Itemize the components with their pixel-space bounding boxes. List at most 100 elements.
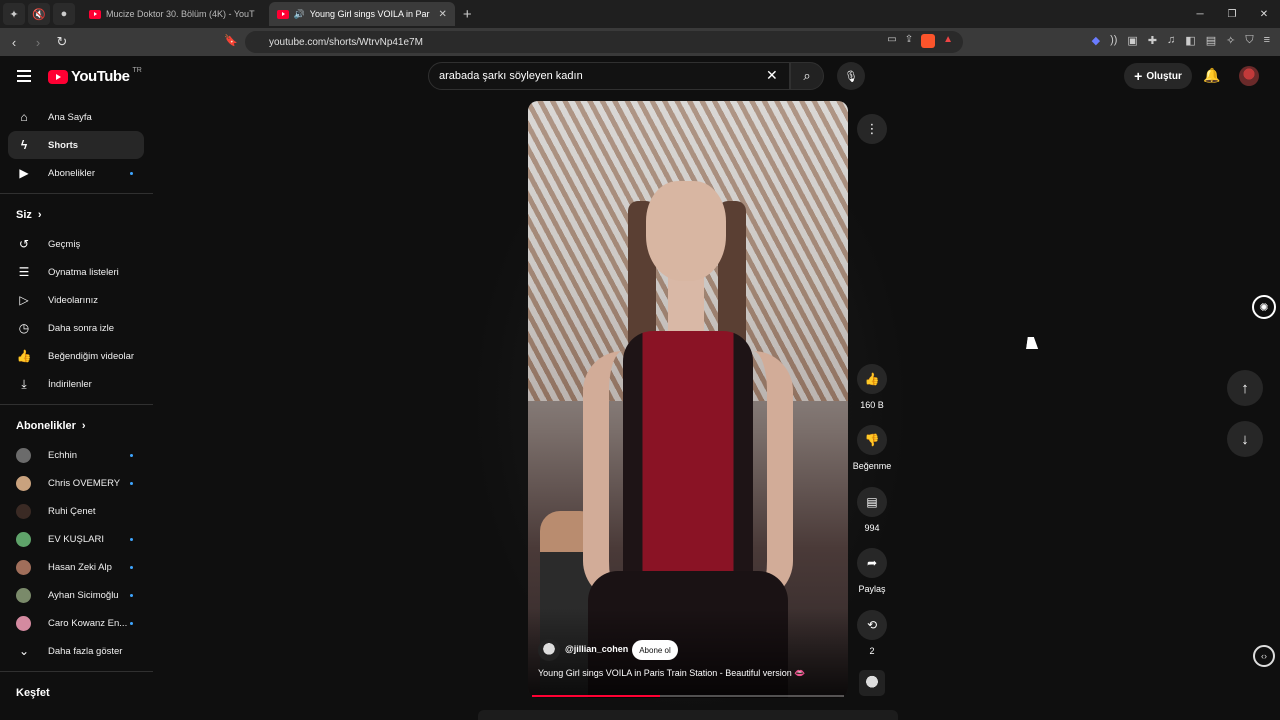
downloads-icon: ⤓	[21, 376, 27, 391]
remix-count: 2	[869, 646, 875, 656]
voice-search-button[interactable]: 🎙	[837, 62, 865, 90]
sidebar-channel-ev-kuslari[interactable]: EV KUŞLARI	[0, 525, 153, 553]
like-button[interactable]: 👍	[857, 364, 887, 394]
browser-menu-hamburger-icon[interactable]: ≡	[1264, 34, 1270, 47]
youtube-logo[interactable]: YouTube TR	[48, 67, 142, 85]
sidebar: ⌂ Ana Sayfa ϟ Shorts ▶ Abonelikler Siz ›…	[0, 103, 153, 708]
url-actions: ▭ ⇪ ▲	[887, 34, 953, 48]
zoom-search-icon[interactable]: ‹›	[1253, 645, 1275, 667]
sidebar-item-label: Daha sonra izle	[48, 322, 115, 334]
sidebar-item-your-videos[interactable]: ▷ Videolarınız	[0, 286, 153, 314]
create-button[interactable]: + Oluştur	[1124, 63, 1192, 89]
ai-assistant-icon[interactable]: ✺	[1252, 295, 1276, 319]
browser-tab-1[interactable]: Mucize Doktor 30. Bölüm (4K) - YouT	[81, 2, 263, 26]
close-window-icon[interactable]: ✕	[1248, 0, 1280, 28]
mute-icon[interactable]: 🔇	[28, 3, 50, 25]
next-short-button[interactable]: ↓	[1227, 421, 1263, 457]
sidebar-item-label: Shorts	[48, 139, 79, 151]
leo-ai-icon[interactable]: ✧	[1226, 34, 1235, 47]
comments-button[interactable]: ▤	[857, 487, 887, 517]
reload-icon[interactable]: ↻	[52, 34, 72, 50]
video-progress-bar[interactable]	[532, 695, 844, 697]
home-icon: ⌂	[20, 110, 28, 124]
share-label: Paylaş	[858, 584, 886, 594]
subscribe-button[interactable]: Abone ol	[632, 640, 678, 660]
channel-name: Ayhan Sicimoğlu	[48, 589, 119, 601]
like-count: 160 B	[860, 400, 884, 410]
channel-avatar[interactable]	[538, 639, 560, 661]
restore-icon[interactable]: ❐	[1216, 0, 1248, 28]
sidebar-item-home[interactable]: ⌂ Ana Sayfa	[0, 103, 153, 131]
sidebar-show-more[interactable]: ⌄ Daha fazla göster	[0, 637, 153, 665]
sidebar-channel-ayhan-sicimoglu[interactable]: Ayhan Sicimoğlu	[0, 581, 153, 609]
sidebar-item-playlists[interactable]: ☰ Oynatma listeleri	[0, 258, 153, 286]
account-avatar[interactable]	[1239, 66, 1259, 86]
channel-name: Caro Kowanz En...	[48, 617, 128, 629]
more-options-button[interactable]: ⋮	[857, 114, 887, 144]
wallet-icon[interactable]: ))	[1110, 34, 1117, 47]
sidebar-item-downloads[interactable]: ⤓ İndirilenler	[0, 370, 153, 398]
dislike-action: 👎 Beğenme	[852, 425, 892, 471]
sidebar-item-label: Geçmiş	[48, 238, 81, 250]
vpn-icon[interactable]: ◆	[1092, 34, 1100, 47]
url-field[interactable]: youtube.com/shorts/WtrvNp41e7M ▭ ⇪ ▲	[245, 31, 963, 53]
sidebar-item-shorts[interactable]: ϟ Shorts	[8, 131, 144, 159]
divider	[0, 193, 153, 194]
like-action: 👍 160 B	[852, 364, 892, 410]
youtube-logo-icon	[48, 69, 68, 84]
channel-avatar	[16, 559, 31, 575]
short-title[interactable]: Young Girl sings VOILA in Paris Train St…	[538, 668, 838, 679]
browser-tab-bar: ✦ 🔇 ● Mucize Doktor 30. Bölüm (4K) - You…	[0, 0, 1280, 28]
sidebar-channel-caro-kowanz[interactable]: Caro Kowanz En...	[0, 609, 153, 637]
sidebar-channel-ruhi-cenet[interactable]: Ruhi Çenet	[0, 497, 153, 525]
wallet-card-icon[interactable]: ▤	[1206, 34, 1216, 47]
sidebar-channel-echhin[interactable]: Echhin	[0, 441, 153, 469]
bookmark-icon[interactable]: 🔖	[224, 34, 238, 47]
remix-icon: ⟲	[866, 618, 878, 632]
minimize-icon[interactable]: ─	[1184, 0, 1216, 28]
back-icon[interactable]: ‹	[4, 35, 24, 50]
thumbs-down-icon: 👎	[864, 433, 880, 447]
sidebar-channel-hasan-zeki-alp[interactable]: Hasan Zeki Alp	[0, 553, 153, 581]
extensions-puzzle-icon[interactable]: ✚	[1148, 34, 1157, 47]
notifications-bell-icon[interactable]: 🔔	[1203, 67, 1220, 84]
hamburger-menu-icon[interactable]	[17, 70, 31, 85]
remix-button[interactable]: ⟲	[857, 610, 887, 640]
sidebar-section-subscriptions[interactable]: Abonelikler ›	[0, 411, 153, 441]
sidebar-section-you[interactable]: Siz ›	[0, 200, 153, 230]
close-tab-icon[interactable]: ✕	[439, 9, 447, 20]
browser-tab-2[interactable]: 🔊 Young Girl sings VOILA in Par ✕	[268, 2, 455, 26]
brave-shield-icon[interactable]	[921, 34, 936, 48]
share-button[interactable]: ➦	[857, 548, 887, 578]
sidebar-channel-chris-ovemery[interactable]: Chris OVEMERY	[0, 469, 153, 497]
channel-avatar	[16, 587, 31, 603]
sidebar-toggle-icon[interactable]: ◧	[1185, 34, 1195, 47]
search-button[interactable]: ⌕	[790, 62, 824, 90]
vpn-shield-icon[interactable]: ⛉	[1245, 34, 1253, 47]
sidebar-item-watch-later[interactable]: ◷ Daha sonra izle	[0, 314, 153, 342]
search-input[interactable]: arabada şarkı söyleyen kadın	[428, 62, 790, 90]
media-icon[interactable]: ♫	[1167, 34, 1175, 47]
forward-icon[interactable]: ›	[28, 35, 48, 50]
reader-icon[interactable]: ▣	[1127, 34, 1137, 47]
cast-icon[interactable]: ▭	[887, 34, 896, 48]
sidebar-item-history[interactable]: ↺ Geçmiş	[0, 230, 153, 258]
short-video-player[interactable]	[528, 101, 848, 698]
sound-thumbnail[interactable]	[859, 670, 885, 696]
dislike-button[interactable]: 👎	[857, 425, 887, 455]
share-page-icon[interactable]: ⇪	[905, 34, 913, 48]
new-tab-icon[interactable]: +	[463, 6, 472, 23]
browser-menu-icon[interactable]: ✦	[3, 3, 25, 25]
sidebar-section-explore: Keşfet	[0, 678, 153, 708]
previous-short-button[interactable]: ↑	[1227, 370, 1263, 406]
tab-title: Mucize Doktor 30. Bölüm (4K) - YouT	[106, 9, 255, 19]
brave-rewards-icon[interactable]: ▲	[943, 34, 953, 48]
sidebar-item-subscriptions[interactable]: ▶ Abonelikler	[0, 159, 153, 187]
channel-handle[interactable]: @jillian_cohen	[565, 644, 628, 654]
microphone-icon: 🎙	[844, 70, 858, 83]
sidebar-item-liked-videos[interactable]: 👍 Beğendiğim videolar	[0, 342, 153, 370]
sidebar-item-label: İndirilenler	[48, 378, 92, 390]
extension-icon[interactable]: ●	[53, 3, 75, 25]
clear-search-icon[interactable]: ✕	[766, 67, 778, 84]
section-heading: Abonelikler	[16, 420, 76, 432]
